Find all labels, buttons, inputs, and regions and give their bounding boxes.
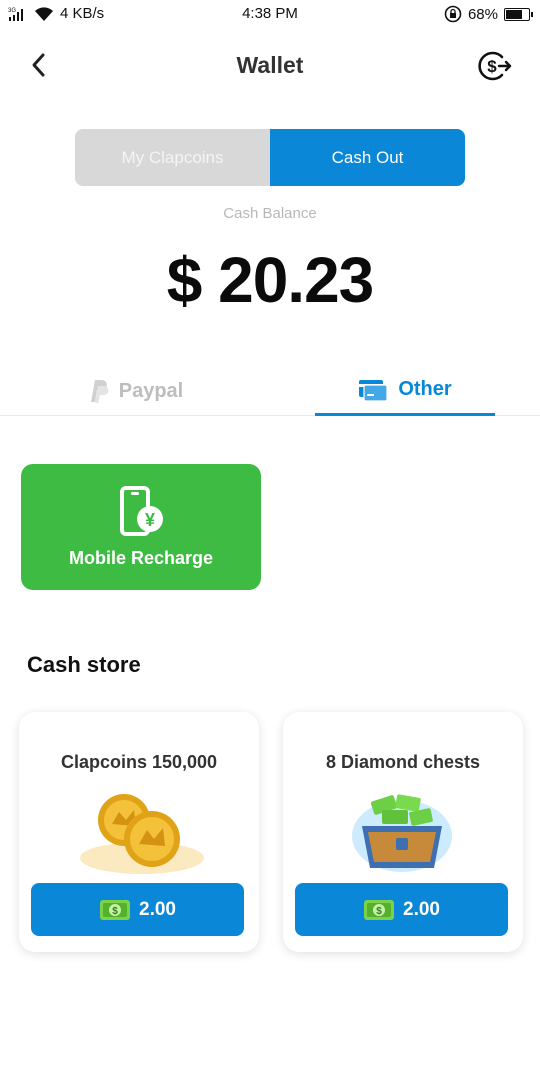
price-label: 2.00 — [403, 898, 440, 920]
tab-paypal[interactable]: Paypal — [45, 366, 225, 416]
svg-text:$: $ — [376, 906, 382, 917]
rotation-lock-icon — [444, 5, 462, 23]
svg-text:$: $ — [487, 57, 497, 76]
card-icon — [359, 379, 388, 402]
store-item-title: 8 Diamond chests — [325, 752, 481, 772]
tab-paypal-label: Paypal — [118, 379, 184, 402]
buy-clapcoins-button[interactable]: $ 2.00 — [31, 883, 244, 936]
tab-other-label: Other — [398, 378, 452, 400]
header: Wallet $ — [0, 40, 540, 92]
cash-balance-value: $ 20.23 — [166, 244, 375, 316]
payout-method-tabs: Paypal Other — [0, 366, 540, 416]
page-title: Wallet — [236, 52, 304, 78]
exchange-button[interactable]: $ — [476, 48, 512, 84]
cash-store-title: Cash store — [27, 652, 141, 677]
dollar-exchange-icon: $ — [478, 51, 512, 81]
coins-icon — [80, 794, 204, 874]
svg-text:$: $ — [112, 906, 118, 917]
status-bar: 3G 4 KB/s 4:38 PM 68% — [0, 0, 540, 30]
battery-percent: 68% — [467, 5, 498, 23]
battery-level — [506, 9, 523, 19]
store-item-title: Clapcoins 150,000 — [60, 752, 218, 772]
store-item-clapcoins[interactable]: Clapcoins 150,000 $ 2.00 — [19, 712, 259, 952]
svg-text:¥: ¥ — [145, 510, 155, 530]
phone-yen-icon: ¥ — [120, 486, 163, 536]
tab-other[interactable]: Other — [315, 366, 495, 416]
cash-icon: $ — [364, 899, 394, 920]
battery-icon — [504, 7, 533, 21]
chest-icon — [352, 794, 452, 872]
store-item-diamond-chests[interactable]: 8 Diamond chests $ 2.00 — [283, 712, 523, 952]
wallet-segment-control: My Clapcoins Cash Out — [75, 129, 465, 186]
price-label: 2.00 — [139, 898, 176, 920]
status-right: 68% — [444, 5, 533, 23]
buy-diamond-chests-button[interactable]: $ 2.00 — [295, 883, 508, 936]
cash-icon: $ — [100, 899, 130, 920]
tab-cash-out[interactable]: Cash Out — [270, 129, 465, 186]
tab-my-clapcoins[interactable]: My Clapcoins — [75, 129, 270, 186]
paypal-icon — [90, 380, 109, 403]
mobile-recharge-label: Mobile Recharge — [68, 548, 214, 568]
mobile-recharge-card[interactable]: ¥ Mobile Recharge — [21, 464, 261, 590]
cash-balance-label: Cash Balance — [223, 205, 317, 222]
